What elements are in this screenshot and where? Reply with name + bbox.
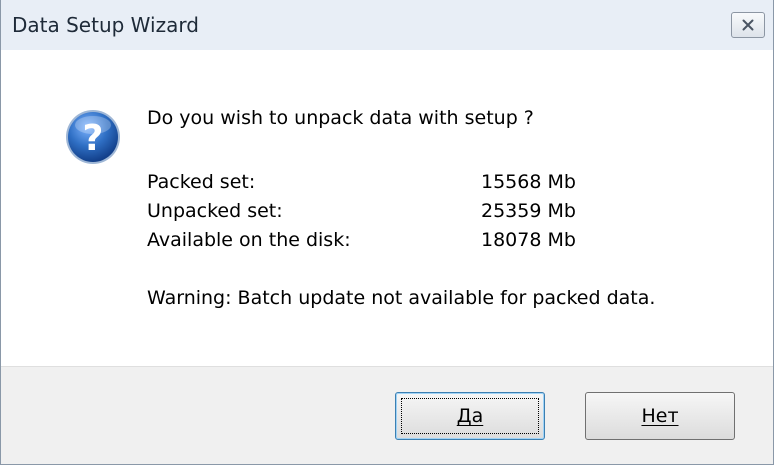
info-row-available: Available on the disk: 18078 Mb [147,226,576,255]
info-label: Unpacked set: [147,200,283,222]
question-icon: ? [64,108,122,166]
close-button[interactable] [731,12,765,38]
info-label: Available on the disk: [147,229,351,251]
no-button-label: Нет [641,405,679,427]
info-table: Packed set: 15568 Mb Unpacked set: 25359… [147,168,576,255]
info-row-unpacked: Unpacked set: 25359 Mb [147,197,576,226]
title-bar[interactable]: Data Setup Wizard [1,0,773,50]
button-bar: Да Нет [1,366,773,464]
dialog-message: Do you wish to unpack data with setup ? [147,107,534,129]
window-title: Data Setup Wizard [12,13,199,37]
dialog-window: Data Setup Wizard ? Do you wish to unpac… [0,0,774,465]
no-button[interactable]: Нет [585,392,735,440]
yes-button[interactable]: Да [395,392,545,440]
warning-text: Warning: Batch update not available for … [147,287,656,309]
dialog-content: ? Do you wish to unpack data with setup … [1,50,773,366]
info-value: 18078 Mb [481,229,576,251]
info-value: 25359 Mb [481,200,576,222]
svg-text:?: ? [83,118,104,159]
info-label: Packed set: [147,171,256,193]
focus-rectangle [401,398,539,434]
info-row-packed: Packed set: 15568 Mb [147,168,576,197]
info-value: 15568 Mb [481,171,576,193]
close-icon [742,16,754,35]
